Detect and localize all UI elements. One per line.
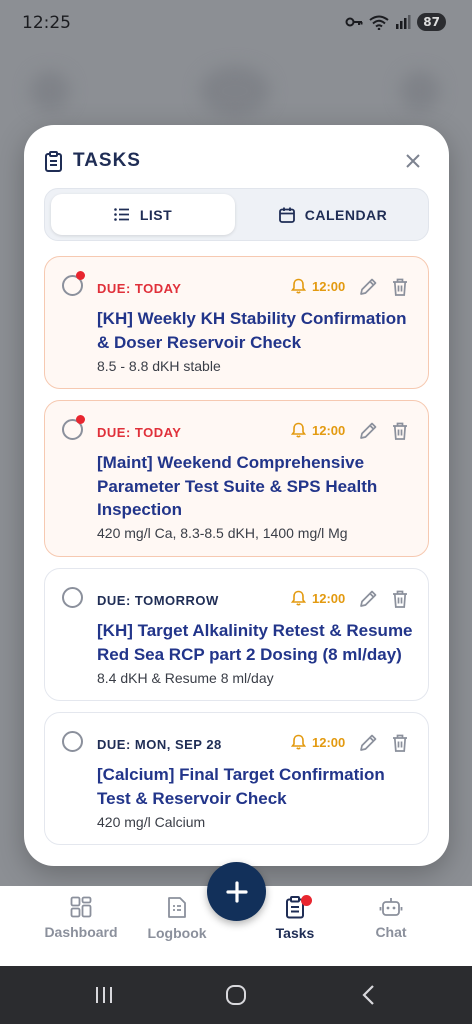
trash-icon[interactable] [389,420,411,442]
nav-chat[interactable]: Chat [341,896,441,940]
modal-title: TASKS [73,150,141,171]
due-label: DUE: TODAY [97,281,182,296]
task-title: [KH] Target Alkalinity Retest & Resume R… [97,621,413,664]
task-title: [KH] Weekly KH Stability Confirmation & … [97,309,407,352]
pencil-icon[interactable] [357,276,379,298]
home-icon [226,985,246,1005]
nav-dashboard[interactable]: Dashboard [31,896,131,940]
modal-header: TASKS [44,147,429,175]
task-card[interactable]: DUE: TOMORROW 12:00 [KH] Target Alkalini… [44,568,429,701]
task-card[interactable]: DUE: TODAY 12:00 [Maint] Weekend Compreh… [44,400,429,557]
list-icon [114,208,129,221]
tab-calendar-label: CALENDAR [304,206,388,223]
complete-checkbox[interactable] [62,587,83,608]
nav-dashboard-label: Dashboard [44,924,118,940]
plus-icon [225,880,248,903]
task-subtitle: 420 mg/l Ca, 8.3-8.5 dKH, 1400 mg/l Mg [97,525,348,541]
tasks-notification-badge [301,895,312,906]
add-task-button[interactable] [207,862,266,921]
pencil-icon[interactable] [357,732,379,754]
calendar-icon [278,207,295,223]
trash-icon[interactable] [389,732,411,754]
task-title: [Maint] Weekend Comprehensive Parameter … [97,453,378,519]
task-card[interactable]: DUE: MON, SEP 28 12:00 [Calcium] Final T… [44,712,429,845]
task-card[interactable]: DUE: TODAY 12:00 [KH] Weekly KH Stabilit… [44,256,429,389]
key-icon [345,17,363,27]
bell-icon [291,734,306,750]
overdue-dot [76,271,85,280]
nav-chat-label: Chat [375,924,407,940]
trash-icon[interactable] [389,276,411,298]
robot-icon [379,898,403,916]
back-button[interactable] [353,982,383,1008]
battery-indicator: 87 [417,13,446,31]
reminder-time[interactable]: 12:00 [291,278,345,294]
reminder-time-label: 12:00 [312,278,346,294]
nav-tasks-label: Tasks [275,925,315,941]
due-label: DUE: TODAY [97,425,182,440]
status-icons: 87 [345,13,446,31]
task-title: [Calcium] Final Target Confirmation Test… [97,765,385,808]
system-nav-bar [0,966,472,1024]
bell-icon [291,422,306,438]
pencil-icon[interactable] [357,420,379,442]
recents-icon [96,987,112,1003]
close-icon [406,154,420,168]
bell-icon [291,590,306,606]
complete-checkbox[interactable] [62,731,83,752]
due-label: DUE: MON, SEP 28 [97,737,222,752]
close-button[interactable] [401,149,425,173]
reminder-time-label: 12:00 [312,422,346,438]
back-icon [362,985,374,1005]
bell-icon [291,278,306,294]
overdue-dot [76,415,85,424]
tab-list[interactable]: LIST [51,194,235,235]
home-button[interactable] [221,982,251,1008]
tasks-modal: TASKS LIST CALENDAR DUE: TODAY 12:00 [KH… [24,125,449,866]
due-label: DUE: TOMORROW [97,593,219,608]
status-bar: 12:25 87 [0,0,472,46]
pencil-icon[interactable] [357,588,379,610]
tab-list-label: LIST [139,206,173,223]
task-subtitle: 8.4 dKH & Resume 8 ml/day [97,670,274,686]
view-toggle: LIST CALENDAR [44,188,429,241]
reminder-time[interactable]: 12:00 [291,422,345,438]
trash-icon[interactable] [389,588,411,610]
clipboard-icon [45,150,62,172]
reminder-time-label: 12:00 [312,734,346,750]
status-time: 12:25 [22,13,71,33]
reminder-time[interactable]: 12:00 [291,734,345,750]
wifi-icon [369,15,389,30]
logbook-icon [168,897,186,918]
tab-calendar[interactable]: CALENDAR [241,194,425,235]
recents-button[interactable] [89,982,119,1008]
nav-logbook-label: Logbook [147,925,207,941]
signal-icon [396,15,411,29]
task-subtitle: 420 mg/l Calcium [97,814,206,830]
reminder-time[interactable]: 12:00 [291,590,345,606]
dashboard-icon [70,896,92,918]
task-subtitle: 8.5 - 8.8 dKH stable [97,358,221,374]
reminder-time-label: 12:00 [312,590,346,606]
